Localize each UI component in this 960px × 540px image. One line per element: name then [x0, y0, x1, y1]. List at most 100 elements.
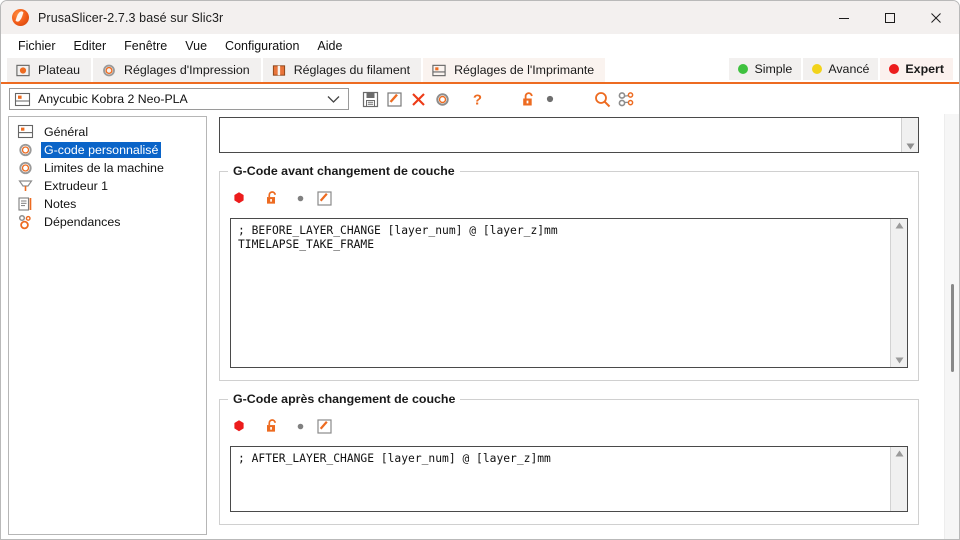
titlebar: PrusaSlicer-2.7.3 basé sur Slic3r — [1, 1, 959, 34]
tab-printer-settings-label: Réglages de l'Imprimante — [454, 63, 595, 77]
scroll-down-arrow-icon[interactable] — [895, 357, 904, 364]
question-help-icon[interactable]: ? — [466, 88, 489, 111]
mode-expert-dot-icon — [889, 64, 900, 74]
edit-pencil-icon[interactable] — [316, 418, 333, 435]
expert-mode-dot-slot — [232, 419, 264, 433]
sidebar-wrapper: Général G-code personnalisé Limites de l… — [1, 114, 209, 539]
sidebar-item-custom-gcode-label: G-code personnalisé — [41, 142, 162, 158]
save-preset-icon[interactable] — [359, 88, 382, 111]
unlock-icon[interactable] — [264, 418, 280, 434]
previous-gcode-textarea[interactable] — [219, 117, 919, 153]
notes-icon — [18, 197, 32, 211]
tab-filament-settings-label: Réglages du filament — [293, 63, 411, 77]
tab-print-settings[interactable]: Réglages d'Impression — [93, 58, 261, 82]
scroll-up-arrow-icon[interactable] — [895, 450, 904, 457]
previous-gcode-scrollbar[interactable] — [901, 118, 918, 152]
mode-simple-dot-icon — [738, 64, 749, 74]
sidebar-item-custom-gcode[interactable]: G-code personnalisé — [15, 141, 206, 159]
custom-gcode-icon — [19, 143, 32, 157]
filament-settings-icon — [272, 64, 285, 76]
content-area: Général G-code personnalisé Limites de l… — [1, 114, 959, 539]
menu-fichier[interactable]: Fichier — [9, 36, 65, 57]
expert-mode-dot-icon — [234, 420, 244, 432]
menu-aide[interactable]: Aide — [308, 36, 351, 57]
sidebar-item-notes-label: Notes — [44, 197, 77, 211]
machine-limits-icon — [19, 161, 32, 175]
chevron-down-icon[interactable] — [327, 95, 340, 104]
sidebar-item-dependances[interactable]: Dépendances — [15, 213, 206, 231]
window-controls — [821, 1, 959, 34]
printer-preset-value: Anycubic Kobra 2 Neo-PLA — [38, 92, 188, 106]
after-layer-change-code[interactable]: ; AFTER_LAYER_CHANGE [layer_num] @ [laye… — [231, 447, 890, 511]
printer-preset-icon — [14, 92, 31, 106]
before-layer-change-title: G-Code avant changement de couche — [228, 164, 460, 178]
search-icon[interactable] — [591, 88, 614, 111]
printer-settings-icon — [432, 64, 446, 76]
compare-presets-icon[interactable] — [615, 88, 638, 111]
plater-icon — [16, 64, 30, 76]
extruder-icon — [18, 180, 33, 191]
before-layer-change-code[interactable]: ; BEFORE_LAYER_CHANGE [layer_num] @ [lay… — [231, 219, 890, 367]
prusaslicer-window: PrusaSlicer-2.7.3 basé sur Slic3r Fichie… — [0, 0, 960, 540]
cog-preset-icon[interactable] — [431, 88, 454, 111]
unlock-icon[interactable] — [517, 88, 540, 111]
expert-mode-dot-slot — [232, 191, 264, 205]
expert-mode-dot-icon — [234, 192, 244, 204]
tab-printer-settings[interactable]: Réglages de l'Imprimante — [423, 58, 606, 82]
settings-panel: G-Code avant changement de couche ; BEFO… — [209, 114, 959, 539]
maximize-icon[interactable] — [867, 1, 913, 34]
tab-filament-settings[interactable]: Réglages du filament — [262, 58, 422, 82]
scroll-up-arrow-icon[interactable] — [895, 222, 904, 229]
before-layer-change-textarea[interactable]: ; BEFORE_LAYER_CHANGE [layer_num] @ [lay… — [230, 218, 908, 368]
settings-panel-scrollbar[interactable] — [944, 114, 959, 539]
sidebar-item-notes[interactable]: Notes — [15, 195, 206, 213]
rename-preset-icon[interactable] — [383, 88, 406, 111]
sidebar-item-general-label: Général — [44, 125, 89, 139]
system-value-dot-slot — [296, 194, 316, 203]
edit-pencil-slot[interactable] — [316, 418, 348, 435]
unlock-slot[interactable] — [264, 418, 296, 434]
menu-editer[interactable]: Editer — [65, 36, 116, 57]
after-layer-change-textarea[interactable]: ; AFTER_LAYER_CHANGE [layer_num] @ [laye… — [230, 446, 908, 512]
mode-avance-dot-icon — [812, 64, 823, 74]
before-layer-change-scrollbar[interactable] — [890, 219, 907, 367]
printer-preset-combobox[interactable]: Anycubic Kobra 2 Neo-PLA — [9, 88, 349, 110]
window-title: PrusaSlicer-2.7.3 basé sur Slic3r — [38, 10, 224, 25]
minimize-icon[interactable] — [821, 1, 867, 34]
menu-vue[interactable]: Vue — [176, 36, 216, 57]
sidebar-item-extruder-1[interactable]: Extrudeur 1 — [15, 177, 206, 195]
after-layer-change-icons — [232, 415, 908, 437]
mode-expert[interactable]: Expert — [880, 58, 953, 80]
svg-text:?: ? — [473, 91, 482, 108]
after-layer-change-scrollbar[interactable] — [890, 447, 907, 511]
mode-expert-label: Expert — [905, 62, 944, 76]
edit-pencil-slot[interactable] — [316, 190, 348, 207]
mode-simple-label: Simple — [754, 62, 793, 76]
sidebar-item-general[interactable]: Général — [15, 123, 206, 141]
mode-simple[interactable]: Simple — [729, 58, 802, 80]
mode-avance-label: Avancé — [828, 62, 870, 76]
after-layer-change-title: G-Code après changement de couche — [228, 392, 461, 406]
delete-preset-icon[interactable] — [407, 88, 430, 111]
edit-pencil-icon[interactable] — [316, 190, 333, 207]
settings-panel-scroll-thumb[interactable] — [951, 284, 954, 372]
scroll-down-arrow-icon[interactable] — [906, 143, 915, 150]
mode-selector: Simple Avancé Expert — [729, 58, 953, 80]
before-layer-change-icons — [232, 187, 908, 209]
preset-toolbar: Anycubic Kobra 2 Neo-PLA ? — [1, 84, 959, 114]
general-icon — [17, 124, 34, 139]
dependencies-icon — [18, 214, 31, 230]
tab-plateau[interactable]: Plateau — [7, 58, 92, 82]
prusaslicer-logo-icon — [12, 9, 29, 26]
mode-avance[interactable]: Avancé — [803, 58, 879, 80]
menu-fenetre[interactable]: Fenêtre — [115, 36, 176, 57]
menubar: Fichier Editer Fenêtre Vue Configuration… — [1, 34, 959, 58]
after-layer-change-group: G-Code après changement de couche ; AFTE… — [219, 392, 919, 525]
unlock-icon[interactable] — [264, 190, 280, 206]
tab-print-settings-label: Réglages d'Impression — [124, 63, 250, 77]
menu-configuration[interactable]: Configuration — [216, 36, 308, 57]
sidebar-item-machine-limits[interactable]: Limites de la machine — [15, 159, 206, 177]
close-icon[interactable] — [913, 1, 959, 34]
modified-dot-icon — [541, 88, 559, 111]
unlock-slot[interactable] — [264, 190, 296, 206]
